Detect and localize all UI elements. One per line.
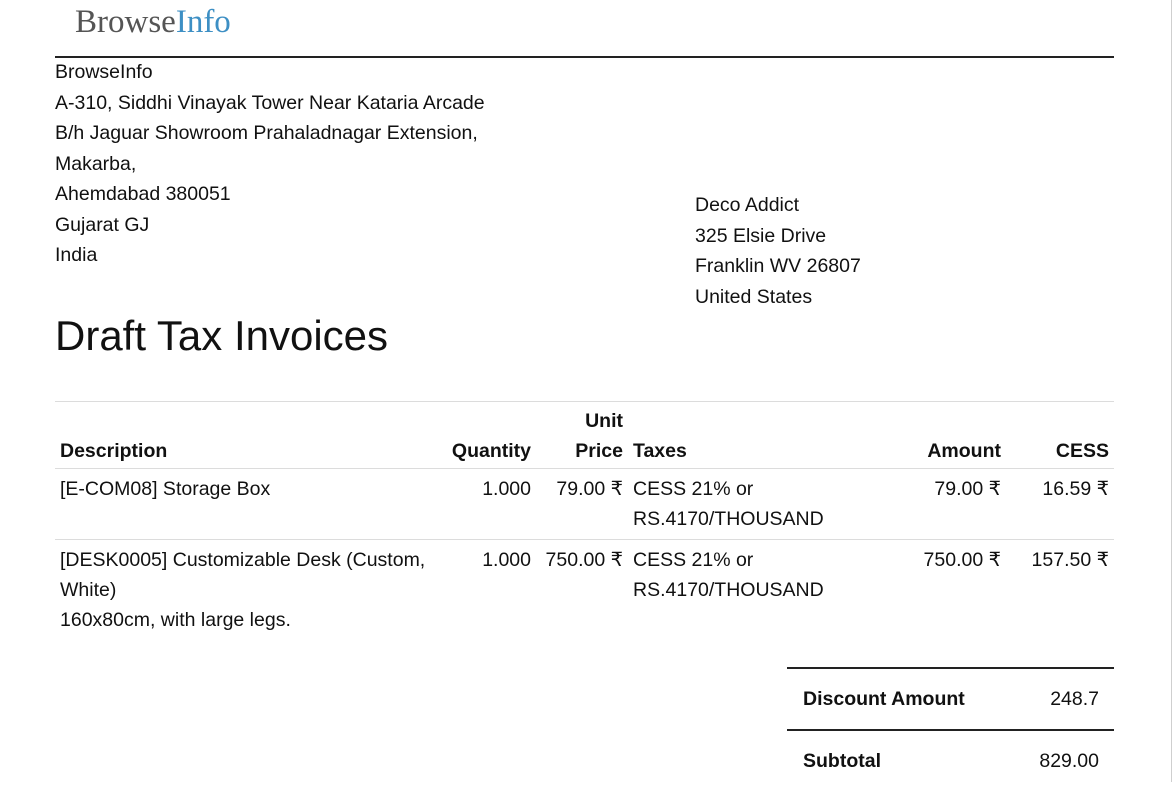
document-title: Draft Tax Invoices bbox=[55, 312, 389, 359]
row-unit-price: 750.00 ₹ bbox=[545, 549, 623, 571]
table-row: [DESK0005] Customizable Desk (Custom, Wh… bbox=[55, 540, 1114, 641]
row-description: [E-COM08] Storage Box bbox=[55, 468, 444, 540]
header-cess: CESS bbox=[1006, 401, 1114, 469]
row-description: [DESK0005] Customizable Desk (Custom, Wh… bbox=[55, 540, 444, 641]
header-amount: Amount bbox=[856, 401, 1006, 469]
company-logo: BrowseInfo bbox=[75, 4, 231, 40]
company-street: A-310, Siddhi Vinayak Tower Near Kataria… bbox=[55, 91, 485, 114]
row-unit-price: 79.00 ₹ bbox=[536, 468, 628, 540]
logo-part-info: Info bbox=[175, 4, 231, 40]
row-taxes: CESS 21% or RS.4170/THOUSAND bbox=[628, 468, 856, 540]
company-address: BrowseInfo A-310, Siddhi Vinayak Tower N… bbox=[55, 57, 485, 271]
header-unit-price-line2: Price bbox=[575, 440, 623, 462]
row-cess: 157.50 ₹ bbox=[1031, 549, 1109, 571]
header-description: Description bbox=[55, 401, 444, 469]
partner-city-zip: Franklin WV 26807 bbox=[695, 255, 861, 277]
partner-country: United States bbox=[695, 285, 813, 308]
subtotal-value: 829.00 bbox=[1039, 749, 1099, 772]
company-city-zip: Ahemdabad 380051 bbox=[55, 183, 231, 205]
row-description-text: [DESK0005] Customizable Desk (Custom, Wh… bbox=[60, 549, 426, 601]
discount-value: 248.7 bbox=[1050, 687, 1099, 710]
row-description-text: [E-COM08] Storage Box bbox=[60, 478, 271, 500]
row-taxes: CESS 21% or RS.4170/THOUSAND bbox=[628, 540, 856, 641]
row-taxes-line1: CESS 21% or bbox=[633, 478, 754, 500]
page-edge bbox=[1171, 0, 1172, 782]
partner-address: Deco Addict 325 Elsie Drive Franklin WV … bbox=[695, 190, 861, 312]
header-quantity: Quantity bbox=[444, 401, 536, 469]
company-name: BrowseInfo bbox=[55, 61, 153, 83]
row-quantity: 1.000 bbox=[482, 549, 531, 571]
row-taxes-line2: RS.4170/THOUSAND bbox=[633, 508, 824, 530]
company-area: Makarba, bbox=[55, 152, 137, 175]
row-cess: 16.59 ₹ bbox=[1006, 468, 1114, 540]
row-taxes-line2: RS.4170/THOUSAND bbox=[633, 579, 824, 601]
logo-part-browse: Browse bbox=[75, 4, 176, 40]
row-taxes-line1: CESS 21% or bbox=[633, 549, 754, 571]
table-header-row: Description Quantity Unit Price Taxes Amo… bbox=[55, 401, 1114, 469]
totals-block: Discount Amount 248.7 Subtotal 829.00 bbox=[787, 667, 1114, 791]
row-amount: 79.00 ₹ bbox=[856, 468, 1006, 540]
header-unit-price-line1: Unit bbox=[585, 410, 623, 432]
company-country: India bbox=[55, 244, 98, 266]
subtotal-label: Subtotal bbox=[803, 749, 881, 772]
row-description-note: 160x80cm, with large legs. bbox=[60, 609, 291, 631]
row-amount: 750.00 ₹ bbox=[923, 549, 1001, 571]
company-street2: B/h Jaguar Showroom Prahaladnagar Extens… bbox=[55, 122, 478, 144]
header-unit-price: Unit Price bbox=[536, 401, 628, 469]
header-taxes: Taxes bbox=[628, 401, 856, 469]
invoice-lines-table: Description Quantity Unit Price Taxes Amo… bbox=[55, 401, 1114, 640]
partner-street: 325 Elsie Drive bbox=[695, 224, 827, 247]
row-quantity: 1.000 bbox=[444, 468, 536, 540]
discount-row: Discount Amount 248.7 bbox=[787, 667, 1114, 729]
company-state: Gujarat GJ bbox=[55, 213, 150, 236]
table-row: [E-COM08] Storage Box 1.000 79.00 ₹ CESS… bbox=[55, 468, 1114, 540]
discount-label: Discount Amount bbox=[803, 687, 965, 710]
partner-name: Deco Addict bbox=[695, 194, 800, 216]
